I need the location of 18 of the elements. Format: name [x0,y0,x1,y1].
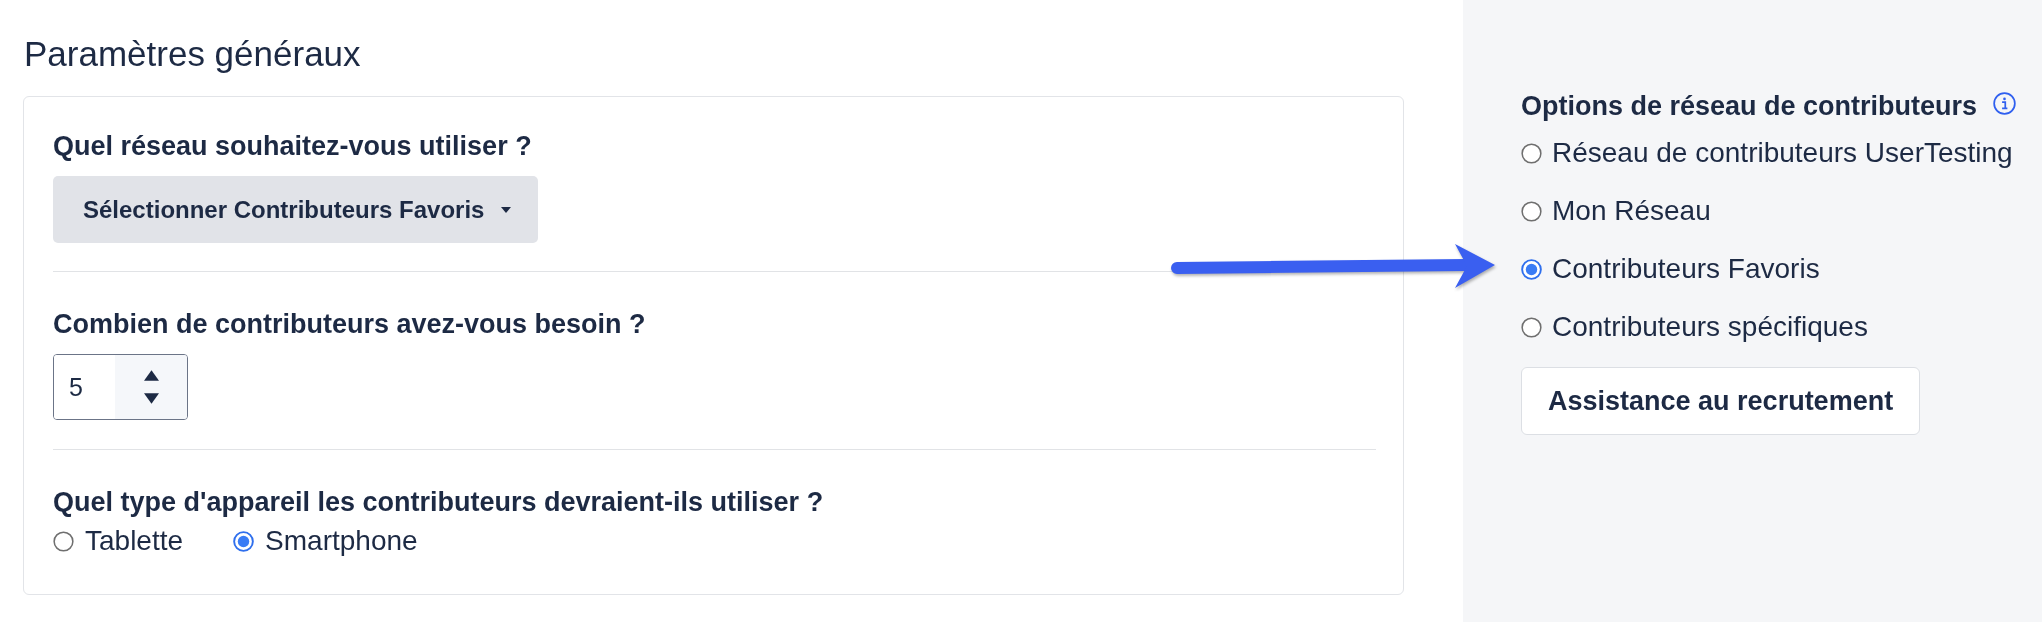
caret-icon [501,206,512,213]
question-label: Quel réseau souhaitez-vous utiliser ? [53,130,532,162]
question-label: Quel type d'appareil les contributeurs devraient-ils utiliser ? [53,486,824,518]
radio-option[interactable]: Tablette [53,525,184,557]
radio-option[interactable]: Mon Réseau [1521,195,1711,227]
question-label: Combien de contributeurs avez-vous besoin ? [53,308,646,340]
info-icon[interactable] [1993,91,2017,115]
number-spinner[interactable]: 5 [53,354,188,420]
radio-option[interactable]: Contributeurs spécifiques [1521,311,1868,343]
radio-option[interactable]: Réseau de contributeurs UserTesting [1521,137,2013,169]
recruitment-button[interactable]: Assistance au recrutement [1521,367,1921,435]
dropdown-button[interactable]: Sélectionner Contributeurs Favoris [53,176,538,243]
panel-title: Options de réseau de contributeurs [1521,90,1978,122]
radio-option[interactable]: Smartphone [233,525,418,557]
section-title: Paramètres généraux [24,34,361,74]
down-triangle-icon[interactable] [143,393,159,404]
radio-option[interactable]: Contributeurs Favoris [1521,253,1820,285]
up-triangle-icon[interactable] [143,370,159,381]
